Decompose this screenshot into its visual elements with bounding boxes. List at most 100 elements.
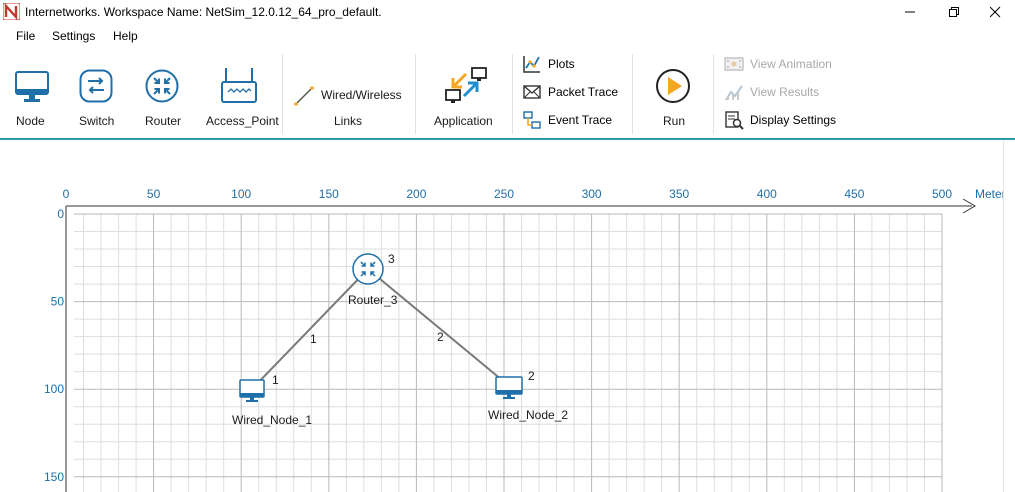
- x-tick-label: 500: [932, 187, 952, 201]
- x-axis-unit: Meters: [975, 187, 1003, 201]
- restore-icon: [949, 7, 959, 17]
- application-label: Application: [434, 114, 493, 128]
- view-results-label: View Results: [750, 85, 820, 99]
- switch-button[interactable]: Switch: [64, 48, 128, 138]
- router-label: Router: [145, 114, 182, 128]
- packet-trace-button[interactable]: Packet Trace: [522, 82, 618, 102]
- node-label: Node: [16, 114, 45, 128]
- device-name-label: Wired_Node_1: [232, 413, 312, 427]
- menu-help[interactable]: Help: [113, 29, 138, 43]
- device-id-label: 3: [388, 252, 395, 266]
- y-tick-label: 100: [44, 382, 64, 396]
- device-id-label: 2: [528, 369, 535, 383]
- link-line[interactable]: [251, 268, 369, 390]
- event-trace-icon: [523, 111, 541, 129]
- access-point-icon: [221, 68, 257, 103]
- menu-settings[interactable]: Settings: [52, 29, 95, 43]
- x-tick-label: 400: [757, 187, 777, 201]
- access-point-button[interactable]: Access_Point: [198, 48, 280, 138]
- display-settings-icon: [725, 111, 744, 130]
- monitor-icon: [239, 379, 265, 402]
- event-trace-button[interactable]: Event Trace: [522, 110, 612, 130]
- device-name-label: Router_3: [348, 293, 398, 307]
- packet-trace-label: Packet Trace: [548, 85, 619, 99]
- minor-grid: [74, 214, 942, 492]
- plots-icon: [523, 56, 540, 73]
- device-name-label: Wired_Node_2: [488, 408, 568, 422]
- links-button[interactable]: Wired/Wireless Links: [288, 48, 412, 138]
- application-icon: [445, 67, 487, 103]
- display-settings-button[interactable]: Display Settings: [724, 110, 836, 130]
- title-bar: Internetworks. Workspace Name: NetSim_12…: [0, 0, 1015, 24]
- plots-button[interactable]: Plots: [522, 54, 575, 74]
- ribbon-separator: [415, 54, 416, 134]
- link-icon: [294, 86, 314, 106]
- ribbon-separator: [512, 54, 513, 134]
- ribbon-separator: [632, 54, 633, 134]
- router-button[interactable]: Router: [130, 48, 196, 138]
- menu-bar: File Settings Help: [0, 24, 1015, 48]
- wired-wireless-label: Wired/Wireless: [321, 88, 402, 102]
- packet-trace-icon: [523, 85, 541, 99]
- window-title: Internetworks. Workspace Name: NetSim_12…: [25, 5, 382, 19]
- router-icon: [352, 253, 384, 285]
- netsim-window: Internetworks. Workspace Name: NetSim_12…: [0, 0, 1015, 492]
- x-tick-label: 350: [669, 187, 689, 201]
- netsim-logo-icon: [3, 3, 20, 20]
- minimize-icon: [905, 11, 915, 13]
- x-tick-label: 250: [494, 187, 514, 201]
- play-icon: [656, 69, 690, 103]
- close-button[interactable]: [975, 0, 1015, 24]
- device-id-label: 1: [272, 373, 279, 387]
- x-tick-label: 450: [844, 187, 864, 201]
- run-button[interactable]: Run: [640, 48, 706, 138]
- y-tick-label: 0: [57, 207, 64, 221]
- event-trace-label: Event Trace: [548, 113, 613, 127]
- node-button[interactable]: Node: [0, 48, 62, 138]
- results-icon: [725, 85, 743, 101]
- ribbon-separator: [713, 54, 714, 134]
- wired-node-device[interactable]: 1 Wired_Node_1: [232, 373, 312, 427]
- router-icon: [145, 69, 179, 103]
- plots-label: Plots: [548, 57, 575, 71]
- link-id-label: 1: [310, 332, 317, 346]
- x-tick-label: 100: [231, 187, 251, 201]
- ribbon-separator: [282, 54, 283, 134]
- router-device[interactable]: 3 Router_3: [348, 252, 398, 307]
- minimize-button[interactable]: [887, 0, 933, 24]
- view-animation-button[interactable]: View Animation: [724, 54, 832, 74]
- view-results-button[interactable]: View Results: [724, 82, 819, 102]
- monitor-icon: [495, 376, 523, 399]
- close-icon: [989, 6, 1001, 18]
- animation-icon: [724, 57, 744, 71]
- x-tick-label: 0: [63, 187, 70, 201]
- link-id-label: 2: [437, 330, 444, 344]
- links-group-label: Links: [334, 114, 363, 128]
- access-point-label: Access_Point: [206, 114, 279, 128]
- application-button[interactable]: Application: [420, 48, 508, 138]
- switch-icon: [79, 69, 113, 103]
- x-tick-label: 300: [582, 187, 602, 201]
- network-canvas[interactable]: 0 50 100 150 200 250 300 350 400 450 500 0 50 100 150…: [0, 140, 1015, 492]
- y-tick-label: 50: [51, 295, 65, 309]
- major-grid: [65, 213, 943, 492]
- ribbon-toolbar: Node Switch Router Access_Point Wired/Wi…: [0, 48, 1015, 138]
- x-tick-label: 200: [406, 187, 426, 201]
- x-tick-label: 150: [319, 187, 339, 201]
- monitor-icon: [15, 71, 49, 102]
- grid-canvas[interactable]: 0 50 100 150 200 250 300 350 400 450 500 0 50 100 150…: [0, 140, 1003, 492]
- vertical-scrollbar[interactable]: [1003, 140, 1015, 492]
- y-tick-label: 150: [44, 470, 64, 484]
- menu-file[interactable]: File: [16, 29, 35, 43]
- x-tick-label: 50: [147, 187, 161, 201]
- link-line[interactable]: [367, 268, 509, 386]
- x-axis-ticks: 0 50 100 150 200 250 300 350 400 450 500: [63, 187, 953, 201]
- display-settings-label: Display Settings: [750, 113, 837, 127]
- run-label: Run: [663, 114, 686, 128]
- switch-label: Switch: [79, 114, 115, 128]
- restore-button[interactable]: [931, 0, 977, 24]
- axes: [65, 198, 976, 492]
- links-layer: 1 2: [251, 268, 509, 390]
- view-animation-label: View Animation: [750, 57, 832, 71]
- y-axis-ticks: 0 50 100 150: [44, 207, 64, 484]
